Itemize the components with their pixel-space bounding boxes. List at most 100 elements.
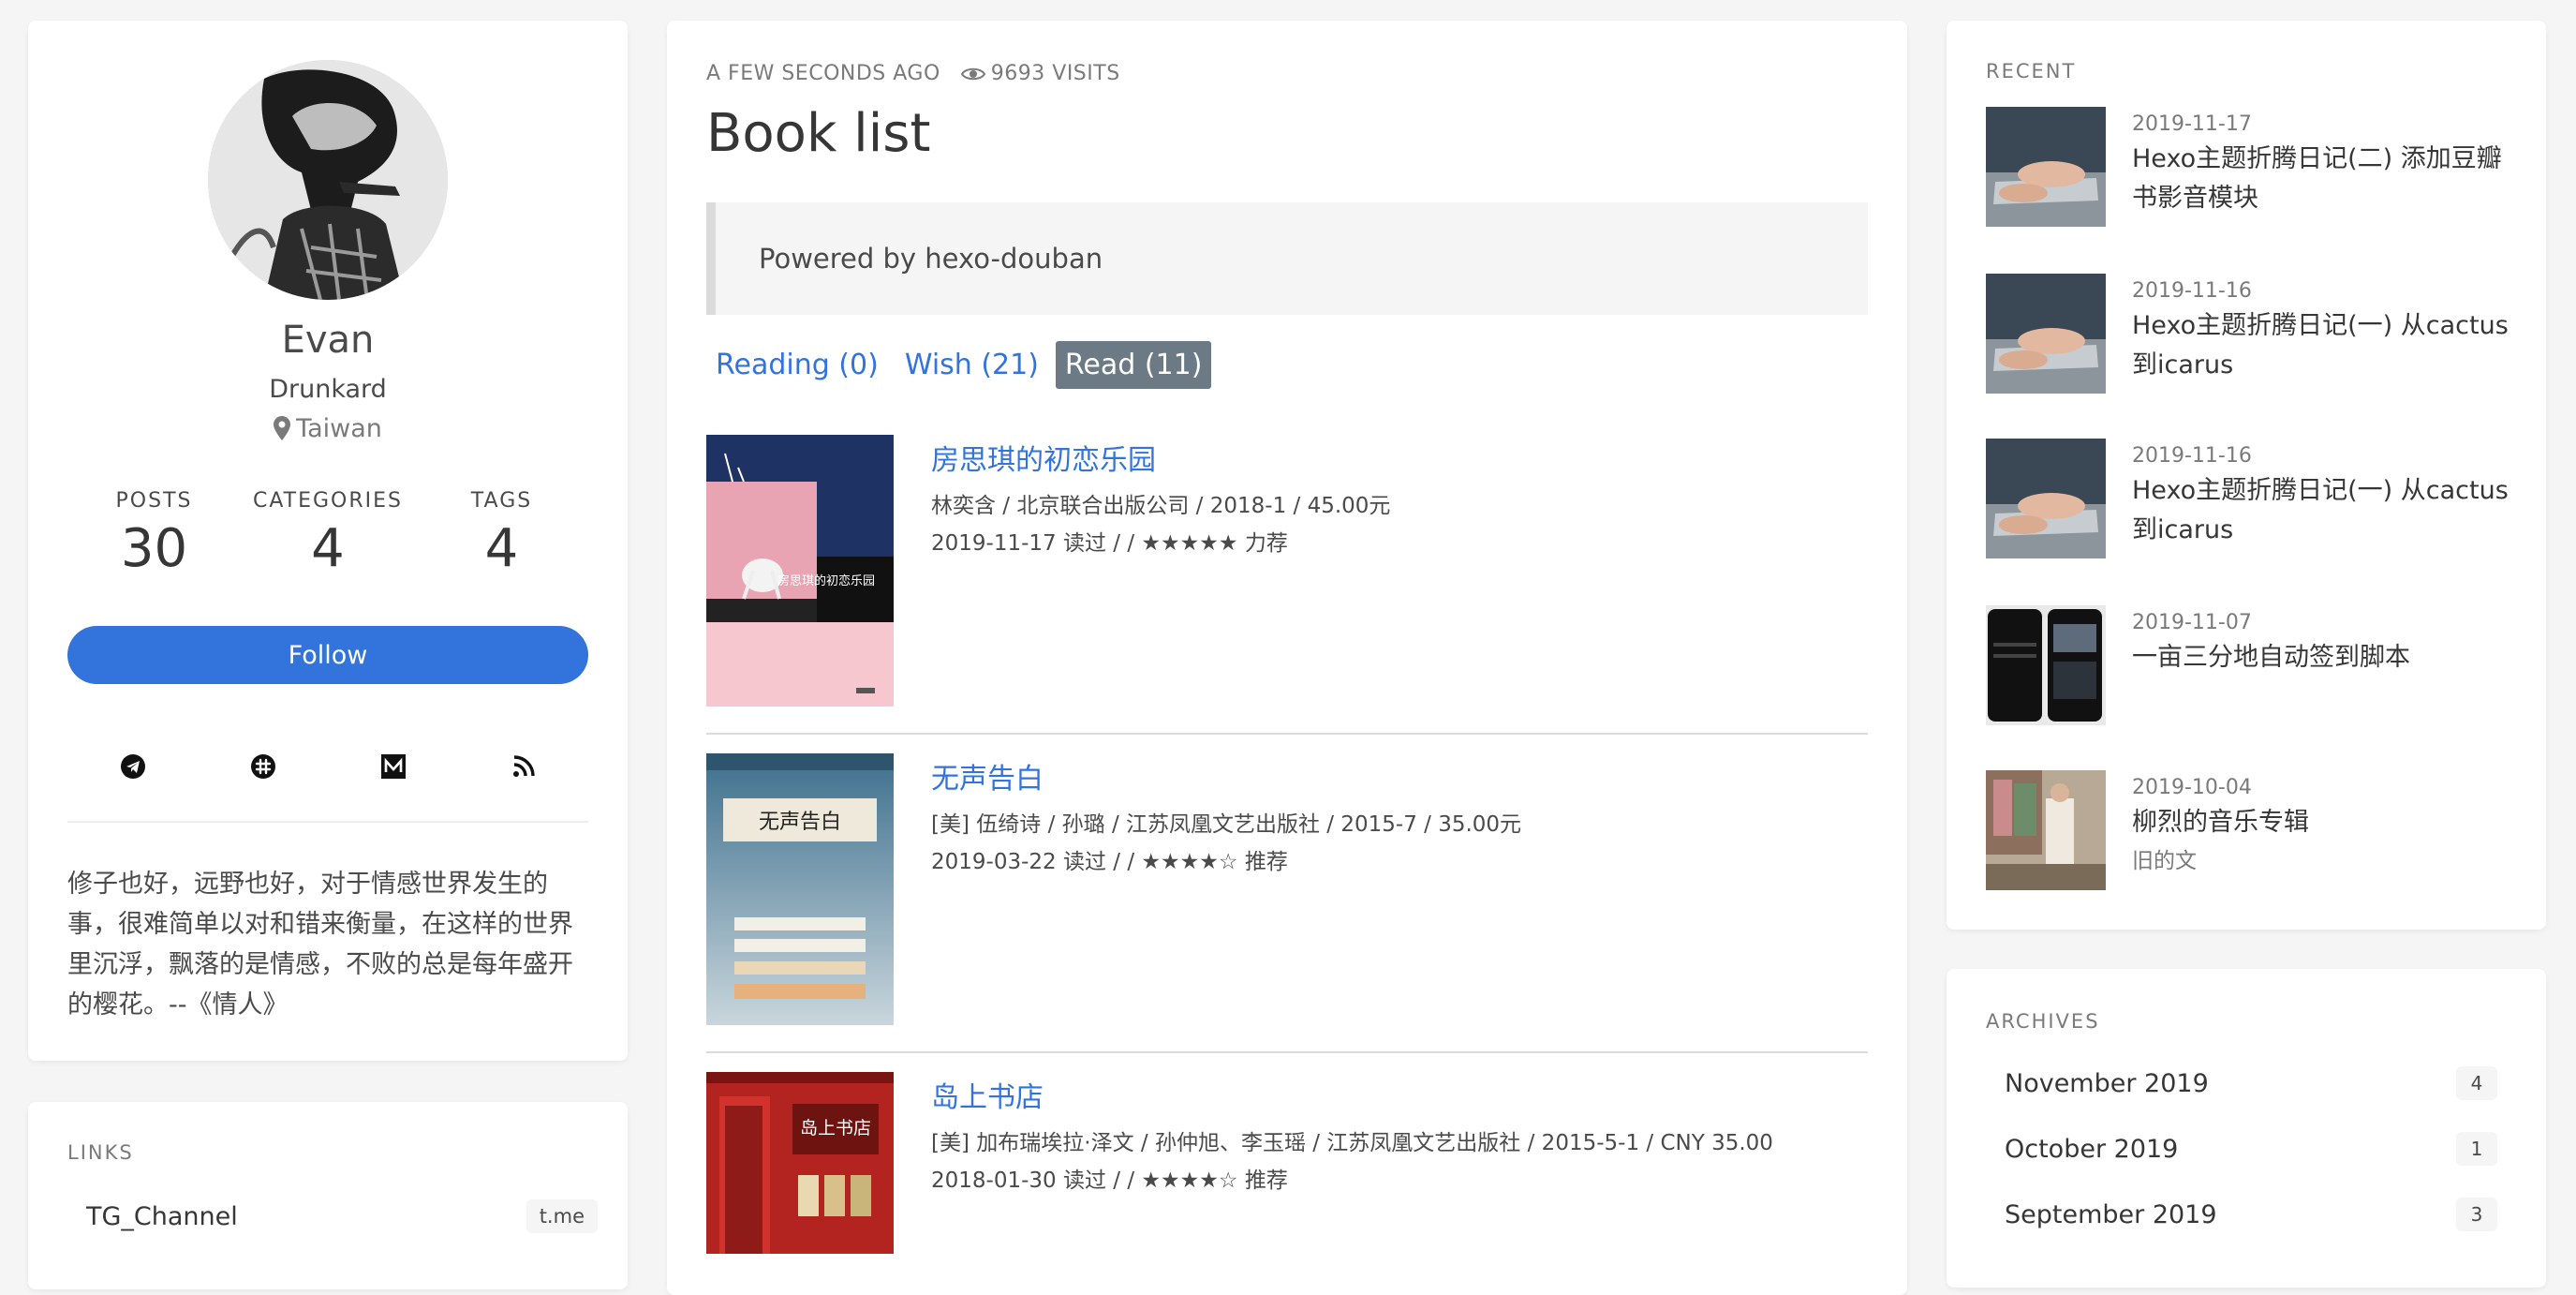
book-meta: 林奕含 / 北京联合出版公司 / 2018-1 / 45.00元 [931,494,1391,518]
post-info: 2019-11-17 Hexo主题折腾日记(二) 添加豆瓣书影音模块 [2132,112,2516,218]
profile-bio: 修子也好，远野也好，对于情感世界发生的事，很难简单以对和错来衡量，在这样的世界里… [67,870,573,1020]
archive-item[interactable]: September 2019 3 [2005,1198,2497,1231]
post-thumbnail[interactable] [1986,439,2106,558]
stat-label: POSTS [115,489,193,513]
book-tabs: Reading (0) Wish (21) Read (11) [706,341,1212,389]
post-date: 2019-11-17 [2132,112,2252,136]
stat-tags[interactable]: TAGS 4 [415,489,588,579]
post-thumbnail[interactable] [1986,605,2106,725]
post-title[interactable]: 柳烈的音乐专辑 [2132,803,2516,842]
book-meta: [美] 伍绮诗 / 孙璐 / 江苏凤凰文艺出版社 / 2015-7 / 35.0… [931,812,1522,837]
stat-value: 4 [311,518,345,579]
widget-title: LINKS [67,1141,134,1164]
book-info: 房思琪的初恋乐园 林奕含 / 北京联合出版公司 / 2018-1 / 45.00… [931,435,1390,557]
article-meta: A FEW SECONDS AGO 9693 VISITS [706,62,1120,85]
post-title[interactable]: Hexo主题折腾日记(一) 从cactus到icarus [2132,471,2516,550]
archive-name: September 2019 [2005,1199,2217,1229]
visits-label: 9693 VISITS [990,62,1120,85]
book-cover[interactable]: 岛上书店 [706,1072,894,1254]
updated-time: A FEW SECONDS AGO [706,62,940,85]
book-title-link[interactable]: 岛上书店 [931,1074,1773,1115]
book-separator [706,1051,1868,1053]
stat-label: CATEGORIES [252,489,404,513]
tab-wish[interactable]: Wish (21) [896,341,1048,389]
book-title-link[interactable]: 无声告白 [931,755,1521,796]
profile-title: Drunkard [269,375,387,404]
social-links [67,750,588,783]
widget-title: RECENT [1986,60,2077,82]
book-separator [706,733,1868,735]
post-info: 2019-11-16 Hexo主题折腾日记(一) 从cactus到icarus [2132,279,2516,385]
archive-name: November 2019 [2005,1068,2209,1098]
link-item[interactable]: TG_Channel t.me [86,1199,598,1233]
post-title[interactable]: Hexo主题折腾日记(二) 添加豆瓣书影音模块 [2132,140,2516,218]
stat-categories[interactable]: CATEGORIES 4 [242,489,415,579]
post-category[interactable]: 旧的文 [2132,842,2516,874]
book-info: 岛上书店 [美] 加布瑞埃拉·泽文 / 孙仲旭、李玉瑶 / 江苏凤凰文艺出版社 … [931,1072,1773,1194]
medium-icon[interactable] [377,750,410,783]
post-title[interactable]: Hexo主题折腾日记(一) 从cactus到icarus [2132,306,2516,385]
rss-icon[interactable] [507,750,540,783]
book-cover[interactable]: 房思琪的初恋乐园 [706,435,894,707]
book-item: 无声告白 无声告白 [美] 伍绮诗 / 孙璐 / 江苏凤凰文艺出版社 / 201… [706,753,1868,1025]
post-thumbnail[interactable] [1986,107,2106,227]
book-item: 房思琪的初恋乐园 房思琪的初恋乐园 林奕含 / 北京联合出版公司 / 2018-… [706,435,1868,707]
tab-reading[interactable]: Reading (0) [706,341,888,389]
book-cover[interactable]: 无声告白 [706,753,894,1025]
book-rating: 2019-11-17 读过 / / ★★★★★ 力荐 [931,531,1288,556]
profile-card: Evan Drunkard Taiwan POSTS 30 CATEGORIES… [28,21,628,1061]
book-title-link[interactable]: 房思琪的初恋乐园 [931,437,1390,478]
article-card: A FEW SECONDS AGO 9693 VISITS Book list … [667,21,1907,1295]
stat-value: 4 [484,518,519,579]
slack-icon[interactable] [246,750,280,783]
book-info: 无声告白 [美] 伍绮诗 / 孙璐 / 江苏凤凰文艺出版社 / 2015-7 /… [931,753,1521,875]
location-label: Taiwan [296,414,382,443]
post-info: 2019-11-07 一亩三分地自动签到脚本 [2132,611,2516,677]
book-rating: 2019-03-22 读过 / / ★★★★☆ 推荐 [931,850,1288,874]
quote-text: Powered by hexo-douban [759,243,1103,275]
follow-button[interactable]: Follow [67,626,588,684]
archive-count: 4 [2456,1066,2497,1100]
post-date: 2019-10-04 [2132,776,2252,799]
archive-name: October 2019 [2005,1134,2179,1164]
post-title[interactable]: 一亩三分地自动签到脚本 [2132,638,2516,677]
book-item: 岛上书店 岛上书店 [美] 加布瑞埃拉·泽文 / 孙仲旭、李玉瑶 / 江苏凤凰文… [706,1072,1868,1254]
link-host-tag: t.me [526,1199,598,1233]
archive-item[interactable]: November 2019 4 [2005,1066,2497,1100]
cover-text: 房思琪的初恋乐园 [777,573,875,588]
cover-text: 岛上书店 [800,1118,871,1139]
divider [67,821,588,823]
link-name: TG_Channel [86,1201,238,1231]
archive-count: 1 [2456,1132,2497,1166]
cover-text: 无声告白 [759,811,841,834]
tab-read[interactable]: Read (11) [1055,341,1212,389]
archives-widget: ARCHIVES November 2019 4 October 2019 1 … [1947,969,2546,1288]
post-info: 2019-10-04 柳烈的音乐专辑 旧的文 [2132,776,2516,874]
book-meta: [美] 加布瑞埃拉·泽文 / 孙仲旭、李玉瑶 / 江苏凤凰文艺出版社 / 201… [931,1131,1773,1155]
stat-posts[interactable]: POSTS 30 [67,489,241,579]
links-widget: LINKS TG_Channel t.me [28,1102,628,1289]
widget-title: ARCHIVES [1986,1010,2100,1033]
map-marker-icon [274,416,291,440]
profile-name: Evan [281,319,375,362]
powered-by-quote: Powered by hexo-douban [706,202,1868,315]
archive-item[interactable]: October 2019 1 [2005,1132,2497,1166]
post-date: 2019-11-16 [2132,279,2252,303]
profile-stats: POSTS 30 CATEGORIES 4 TAGS 4 [67,489,588,579]
book-rating: 2018-01-30 读过 / / ★★★★☆ 推荐 [931,1168,1288,1193]
post-info: 2019-11-16 Hexo主题折腾日记(一) 从cactus到icarus [2132,444,2516,550]
recent-posts-widget: RECENT 2019-11-17 Hexo主题折腾日记(二) 添加豆瓣书影音模… [1947,21,2546,930]
visit-counter: 9693 VISITS [960,62,1120,85]
post-thumbnail[interactable] [1986,274,2106,394]
eye-icon [960,67,985,80]
post-thumbnail[interactable] [1986,770,2106,890]
archive-count: 3 [2456,1198,2497,1231]
post-date: 2019-11-16 [2132,444,2252,468]
telegram-icon[interactable] [116,750,150,783]
stat-label: TAGS [470,489,533,513]
stat-value: 30 [120,518,188,579]
profile-location: Taiwan [28,414,628,443]
post-date: 2019-11-07 [2132,611,2252,634]
avatar [208,60,448,300]
page-title: Book list [706,103,931,164]
